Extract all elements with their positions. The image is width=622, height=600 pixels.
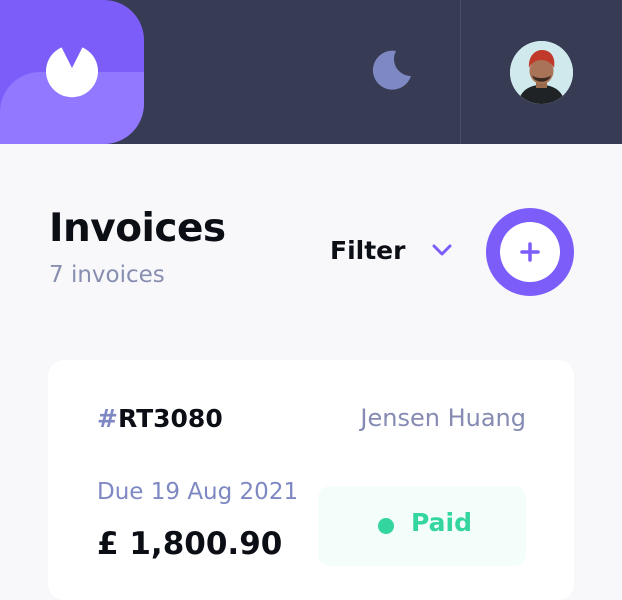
user-avatar-image	[510, 41, 573, 104]
due-date: Due 19 Aug 2021	[97, 479, 299, 505]
filter-dropdown[interactable]: Filter	[330, 232, 453, 268]
filter-label: Filter	[330, 235, 406, 265]
app-header	[0, 0, 622, 144]
moon-icon	[372, 50, 411, 90]
invoice-id-hash: #	[97, 404, 118, 433]
new-invoice-button-circle	[500, 222, 560, 282]
client-name: Jensen Huang	[360, 404, 526, 432]
avatar[interactable]	[510, 41, 573, 104]
status-badge: Paid	[318, 486, 526, 566]
logo[interactable]	[0, 0, 144, 144]
new-invoice-button[interactable]	[486, 208, 574, 296]
theme-toggle-button[interactable]	[370, 48, 414, 92]
invoice-card[interactable]: #RT3080 Jensen Huang Due 19 Aug 2021 £ 1…	[48, 360, 574, 600]
plus-icon	[520, 242, 540, 262]
status-dot-icon	[378, 518, 394, 534]
invoice-count: 7 invoices	[49, 262, 165, 288]
header-divider	[460, 0, 461, 144]
chevron-down-icon	[432, 244, 452, 256]
page-title: Invoices	[49, 206, 226, 251]
status-label: Paid	[411, 508, 472, 537]
invoice-amount: £ 1,800.90	[97, 526, 283, 562]
logo-mark-icon	[46, 47, 98, 98]
invoice-id-value: RT3080	[117, 404, 223, 433]
invoice-id: #RT3080	[97, 404, 223, 433]
